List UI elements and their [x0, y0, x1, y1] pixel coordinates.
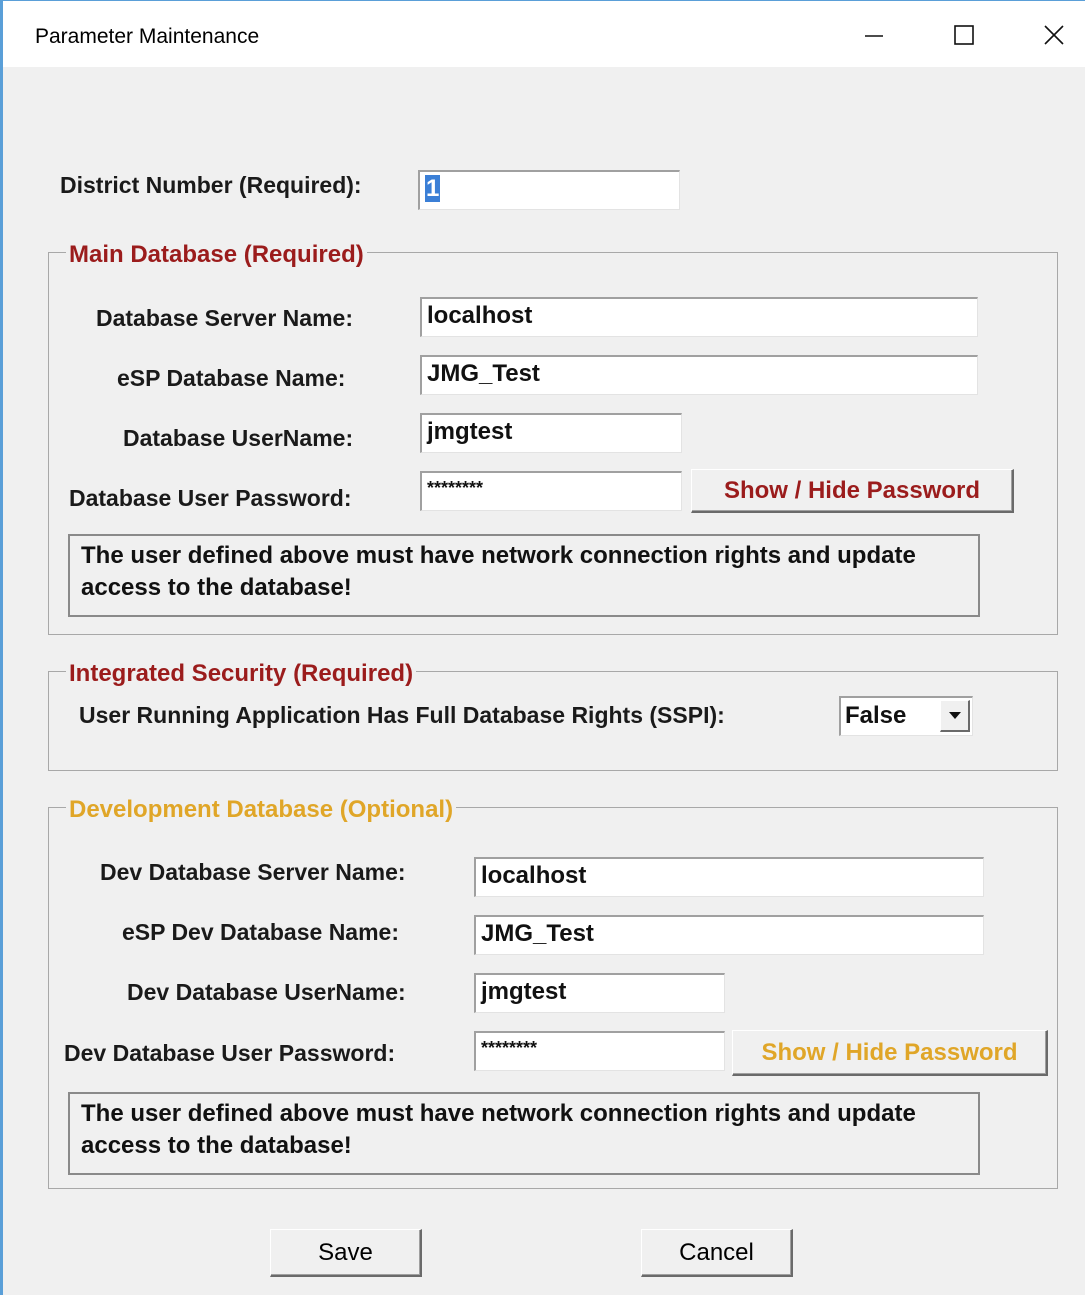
- esp-db-name-input[interactable]: JMG_Test: [420, 355, 978, 395]
- dev-db-username-label: Dev Database UserName:: [127, 979, 406, 1005]
- sspi-label: User Running Application Has Full Databa…: [79, 702, 725, 728]
- main-database-title: Main Database (Required): [66, 241, 367, 269]
- show-hide-password-button[interactable]: Show / Hide Password: [691, 469, 1014, 513]
- maximize-icon: [953, 24, 975, 46]
- esp-dev-db-name-input[interactable]: JMG_Test: [474, 915, 984, 955]
- esp-dev-db-name-label: eSP Dev Database Name:: [122, 919, 399, 945]
- sspi-selected-value: False: [845, 702, 907, 729]
- dev-db-password-label: Dev Database User Password:: [64, 1040, 396, 1066]
- window-title: Parameter Maintenance: [35, 25, 260, 48]
- esp-db-name-label: eSP Database Name:: [117, 365, 346, 391]
- dev-database-title: Development Database (Optional): [66, 796, 457, 824]
- close-icon: [1043, 24, 1065, 46]
- dev-show-hide-password-button[interactable]: Show / Hide Password: [732, 1030, 1048, 1076]
- save-button[interactable]: Save: [270, 1229, 422, 1277]
- close-button[interactable]: [1031, 11, 1077, 59]
- district-number-input[interactable]: 1: [418, 170, 680, 210]
- sspi-select[interactable]: False: [839, 696, 973, 736]
- district-number-value: 1: [425, 175, 441, 202]
- title-bar: Parameter Maintenance: [3, 1, 1085, 67]
- db-username-input[interactable]: jmgtest: [420, 413, 682, 453]
- district-number-label: District Number (Required):: [60, 172, 362, 198]
- minimize-button[interactable]: [851, 11, 897, 59]
- db-username-label: Database UserName:: [123, 425, 354, 451]
- dev-db-username-input[interactable]: jmgtest: [474, 973, 725, 1013]
- db-password-label: Database User Password:: [69, 485, 352, 511]
- parameter-maintenance-window: Parameter Maintenance District Number (R…: [0, 0, 1085, 1295]
- db-password-input[interactable]: ********: [420, 471, 682, 511]
- integrated-security-title: Integrated Security (Required): [66, 660, 417, 688]
- maximize-button[interactable]: [941, 11, 987, 59]
- dropdown-arrow-icon[interactable]: [940, 700, 970, 732]
- main-db-rights-note: The user defined above must have network…: [68, 534, 980, 617]
- dev-db-server-name-label: Dev Database Server Name:: [100, 859, 406, 885]
- minimize-icon: [864, 25, 884, 45]
- db-server-name-input[interactable]: localhost: [420, 297, 978, 337]
- dev-db-password-input[interactable]: ********: [474, 1031, 725, 1071]
- db-server-name-label: Database Server Name:: [96, 305, 353, 331]
- dev-db-server-name-input[interactable]: localhost: [474, 857, 984, 897]
- dev-db-rights-note: The user defined above must have network…: [68, 1092, 980, 1175]
- cancel-button[interactable]: Cancel: [641, 1229, 793, 1277]
